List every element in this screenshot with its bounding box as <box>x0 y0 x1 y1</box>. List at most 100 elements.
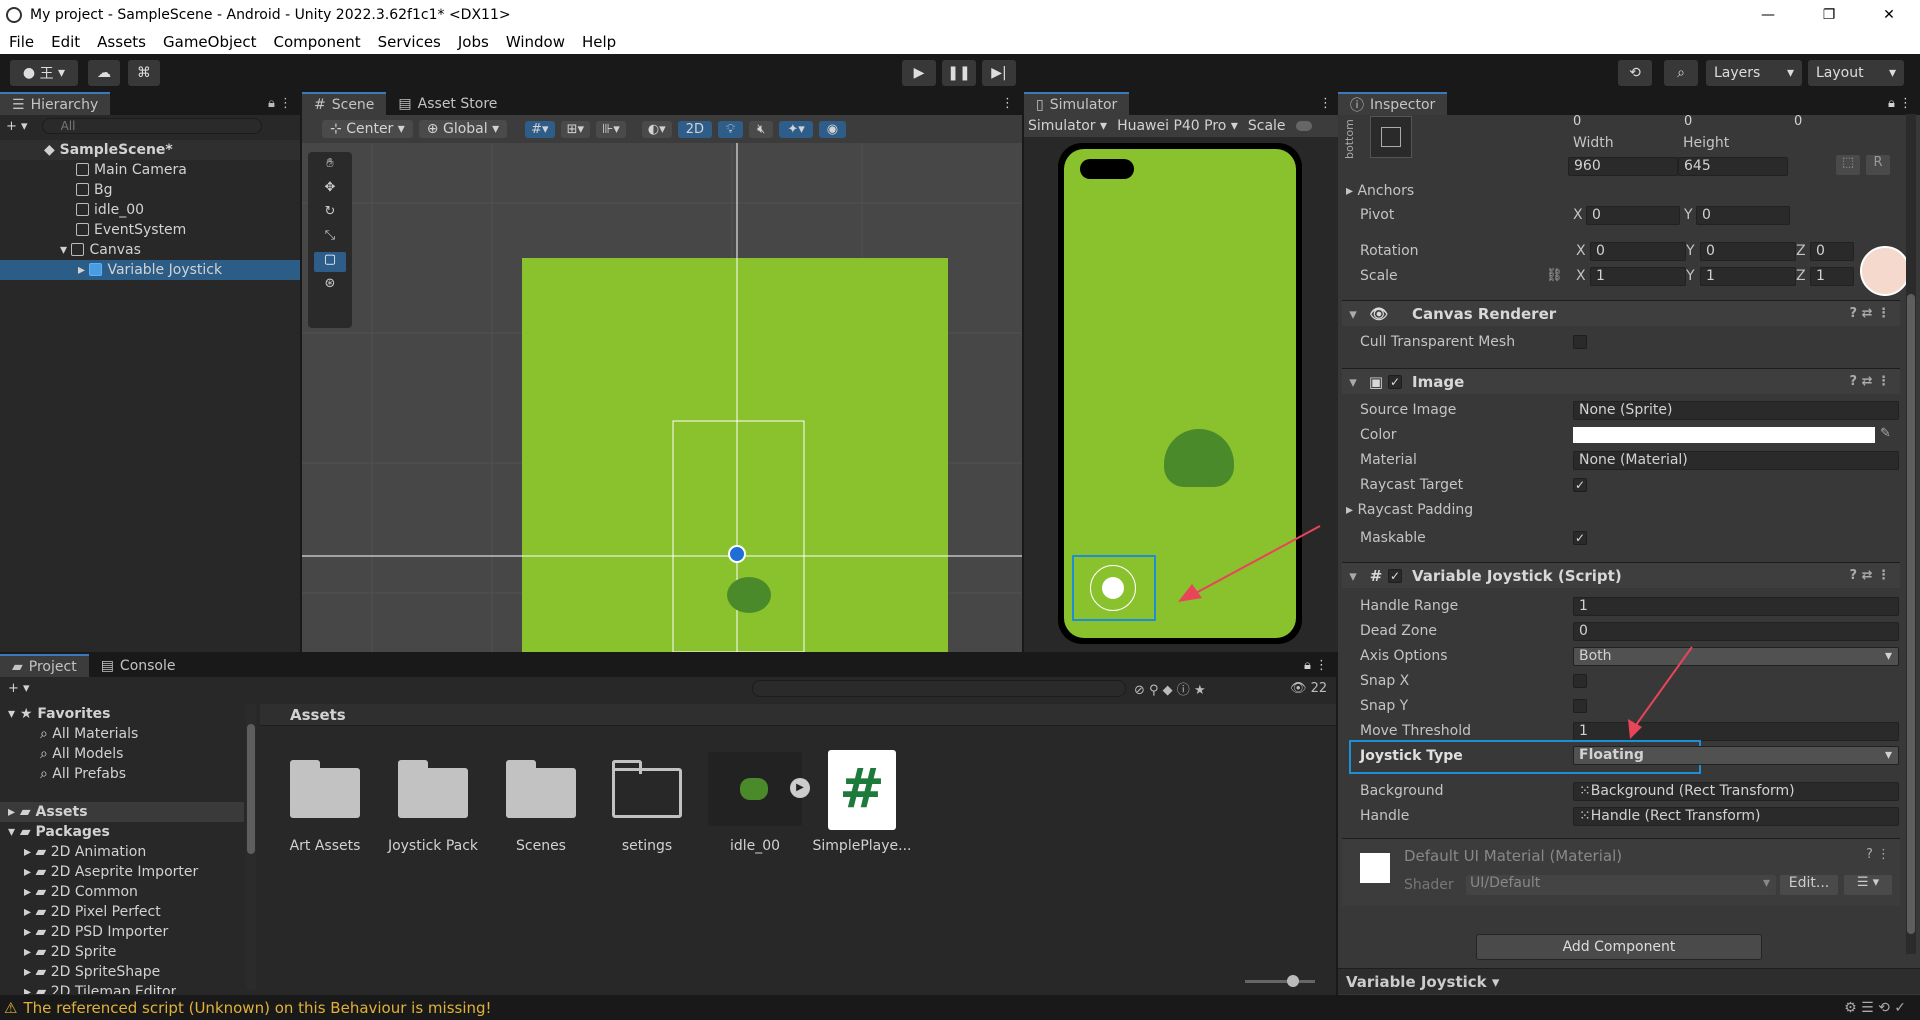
breadcrumb-assets[interactable]: Assets <box>290 706 346 724</box>
handle-field[interactable]: ⁙Handle (Rect Transform) <box>1573 807 1899 826</box>
scale-slider[interactable] <box>1295 121 1312 131</box>
status-icons[interactable]: ⚙ ☰ ⟲ ✓ <box>1844 1000 1906 1016</box>
favorite-all-prefabs[interactable]: ⌕ All Prefabs <box>40 764 126 784</box>
folder-scenes[interactable] <box>506 760 576 818</box>
scrollbar-thumb[interactable] <box>1907 294 1915 934</box>
tab-console[interactable]: ▤ Console <box>89 654 188 677</box>
menu-component[interactable]: Component <box>265 33 369 51</box>
snap-increment-icon[interactable]: ⊞▾ <box>560 120 590 138</box>
slider-thumb[interactable] <box>1287 975 1299 987</box>
space-dropdown[interactable]: ⊕ Global ▾ <box>418 120 508 138</box>
minimize-button[interactable]: — <box>1745 0 1791 29</box>
folder-setings[interactable] <box>612 760 682 818</box>
device-dropdown[interactable]: Huawei P40 Pro ▾ <box>1117 118 1238 134</box>
add-icon[interactable]: + ▾ <box>6 119 28 134</box>
shader-dropdown[interactable]: UI/Default ▾ <box>1466 875 1776 895</box>
more-icon[interactable]: ⋮ <box>993 96 1022 115</box>
search-icon[interactable]: ⌕ <box>1664 60 1698 86</box>
rotation-x-field[interactable]: 0 <box>1590 242 1686 261</box>
image-enabled-checkbox[interactable]: ✓ <box>1388 374 1402 389</box>
audio-icon[interactable]: 🔇︎ <box>749 120 774 138</box>
inspector-scrollbar[interactable] <box>1906 114 1916 954</box>
blueprint-mode-icon[interactable]: ⬚ <box>1836 155 1860 175</box>
favorite-all-models[interactable]: ⌕ All Models <box>40 744 123 764</box>
move-tool-icon[interactable]: ✥ <box>314 180 346 200</box>
list-icon[interactable]: ☰ ▾ <box>1844 875 1892 895</box>
package-item[interactable]: ▸ ▰ 2D SpriteShape <box>24 962 160 982</box>
width-field[interactable]: 960 <box>1568 157 1678 176</box>
add-component-button[interactable]: Add Component <box>1476 934 1762 960</box>
project-tree-scrollbar[interactable] <box>246 704 256 990</box>
image-header[interactable]: ▾ ▣ ✓ Image ? ⇄ ⋮ <box>1342 368 1900 394</box>
ruler-icon[interactable]: ⊪▾ <box>595 120 626 138</box>
simulator-mode-dropdown[interactable]: Simulator ▾ <box>1028 118 1107 134</box>
scrollbar-thumb[interactable] <box>247 724 255 854</box>
snap-y-checkbox[interactable] <box>1573 699 1587 717</box>
effects-icon[interactable]: ✦▾ <box>779 120 813 138</box>
project-search-input[interactable] <box>752 679 1126 697</box>
script-asset-icon[interactable]: # <box>828 750 896 830</box>
material-menu-icon[interactable]: ? ⋮ <box>1866 847 1890 862</box>
step-button[interactable]: ▶| <box>982 60 1016 86</box>
account-button[interactable]: ● 王 ▾ <box>10 60 78 86</box>
package-item[interactable]: ▸ ▰ 2D PSD Importer <box>24 922 168 942</box>
pivot-x-field[interactable]: 0 <box>1586 206 1680 225</box>
scale-x-field[interactable]: 1 <box>1590 267 1686 286</box>
color-swatch[interactable] <box>1573 427 1875 443</box>
package-item[interactable]: ▸ ▰ 2D Animation <box>24 842 146 862</box>
rect-tool-icon[interactable]: ▢ <box>314 252 346 272</box>
tab-hierarchy[interactable]: ☰ Hierarchy <box>0 92 111 115</box>
joystick-enabled-checkbox[interactable]: ✓ <box>1388 568 1402 583</box>
hierarchy-item-canvas[interactable]: ▾ Canvas <box>0 240 300 260</box>
source-image-field[interactable]: None (Sprite) <box>1573 401 1899 420</box>
grid-snap-icon[interactable]: #▾ <box>525 120 555 138</box>
lock-icon[interactable]: 🔒︎ ⋮ <box>1880 96 1920 115</box>
status-message[interactable]: The referenced script (Unknown) on this … <box>23 999 491 1017</box>
tab-project[interactable]: ▰ Project <box>0 654 89 677</box>
assets-folder[interactable]: ▸ ▰ Assets <box>0 802 244 822</box>
anchor-preset-button[interactable] <box>1370 116 1412 158</box>
menu-services[interactable]: Services <box>369 33 449 51</box>
background-field[interactable]: ⁙Background (Rect Transform) <box>1573 782 1899 801</box>
package-item[interactable]: ▸ ▰ 2D Tilemap Editor <box>24 982 176 994</box>
height-field[interactable]: 645 <box>1678 157 1788 176</box>
icon-size-slider[interactable] <box>1245 975 1315 987</box>
variable-joystick-header[interactable]: ▾ # ✓ Variable Joystick (Script) ? ⇄ ⋮ <box>1342 562 1900 588</box>
package-item[interactable]: ▸ ▰ 2D Sprite <box>24 942 116 962</box>
edit-shader-button[interactable]: Edit... <box>1780 875 1838 895</box>
link-icon[interactable]: ⛓︎ <box>1546 268 1563 283</box>
hierarchy-item-bg[interactable]: Bg <box>0 180 300 200</box>
create-icon[interactable]: + ▾ <box>8 681 30 696</box>
eyedropper-icon[interactable]: ✎ <box>1880 426 1891 441</box>
raycast-padding-foldout[interactable]: ▸ Raycast Padding <box>1346 502 1473 518</box>
close-button[interactable]: ✕ <box>1866 0 1912 29</box>
more-icon[interactable]: ⋮ <box>1311 96 1340 115</box>
avatar[interactable] <box>1860 246 1910 296</box>
canvas-renderer-header[interactable]: ▾ 👁︎ Canvas Renderer ? ⇄ ⋮ <box>1342 300 1900 326</box>
handle-range-field[interactable]: 1 <box>1573 597 1899 616</box>
menu-file[interactable]: File <box>0 33 42 51</box>
cloud-icon[interactable]: ☁ <box>88 60 120 86</box>
dead-zone-field[interactable]: 0 <box>1573 622 1899 641</box>
pos-z-value[interactable]: 0 <box>1794 114 1802 129</box>
menu-assets[interactable]: Assets <box>88 33 154 51</box>
packages-folder[interactable]: ▾ ▰ Packages <box>8 822 110 842</box>
expand-sprite-icon[interactable]: ▶ <box>790 778 810 798</box>
tab-simulator[interactable]: ▯ Simulator <box>1024 92 1130 115</box>
asset-idle-00[interactable] <box>708 752 802 826</box>
play-button[interactable]: ▶ <box>902 60 936 86</box>
rotation-z-field[interactable]: 0 <box>1810 242 1854 261</box>
component-menu-icon[interactable]: ? ⇄ ⋮ <box>1850 374 1891 389</box>
scale-y-field[interactable]: 1 <box>1700 267 1796 286</box>
snap-x-checkbox[interactable] <box>1573 674 1587 692</box>
menu-jobs[interactable]: Jobs <box>449 33 497 51</box>
layout-dropdown[interactable]: Layout ▾ <box>1808 60 1904 86</box>
pause-button[interactable]: ❚❚ <box>942 60 976 86</box>
favorite-all-materials[interactable]: ⌕ All Materials <box>40 724 138 744</box>
hierarchy-item-eventsystem[interactable]: EventSystem <box>0 220 300 240</box>
hand-tool-icon[interactable]: ✋︎ <box>314 156 346 176</box>
anchors-foldout[interactable]: ▸ Anchors <box>1346 183 1414 199</box>
layers-dropdown[interactable]: Layers ▾ <box>1706 60 1802 86</box>
menu-help[interactable]: Help <box>573 33 624 51</box>
cull-checkbox[interactable] <box>1573 335 1587 353</box>
